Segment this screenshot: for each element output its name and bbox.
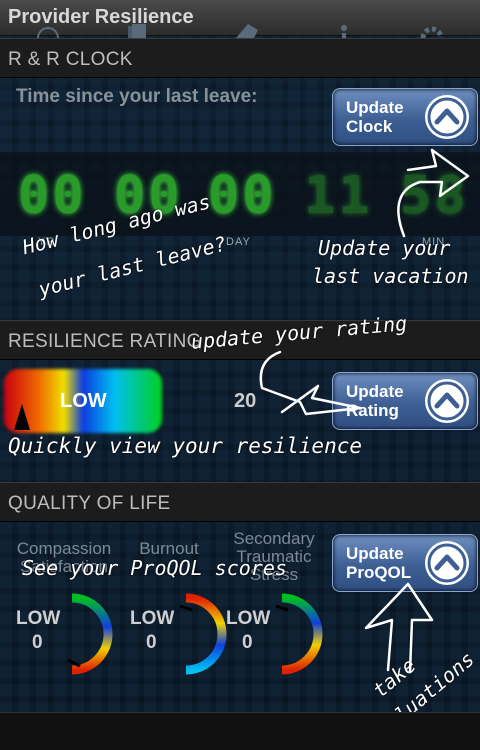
annotation-arrows bbox=[259, 148, 470, 674]
bottom-nav bbox=[0, 712, 480, 750]
arrow-update-rating-icon bbox=[259, 350, 362, 416]
arrow-update-clock-icon bbox=[397, 148, 470, 238]
tag-icon[interactable] bbox=[232, 22, 260, 38]
arrow-proqol-icon bbox=[364, 582, 434, 674]
home-icon[interactable] bbox=[34, 22, 62, 38]
info-icon[interactable] bbox=[330, 22, 358, 38]
gear-icon[interactable] bbox=[418, 22, 446, 38]
cards-icon[interactable] bbox=[122, 22, 150, 38]
